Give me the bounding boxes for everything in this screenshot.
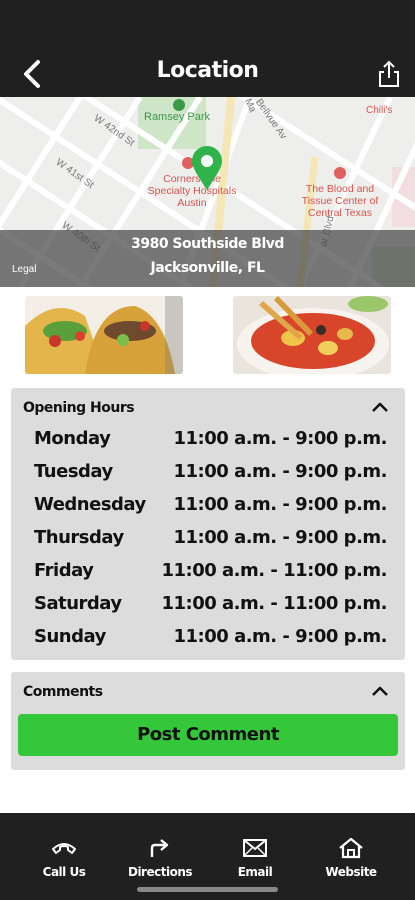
- day-label: Monday: [34, 428, 111, 449]
- time-label: 11:00 a.m. - 9:00 p.m.: [173, 626, 388, 647]
- tab-directions[interactable]: Directions: [115, 837, 205, 879]
- hours-row: Friday 11:00 a.m. - 11:00 p.m.: [34, 560, 387, 584]
- page-title: Location: [156, 58, 259, 83]
- soup-photo[interactable]: [233, 296, 391, 374]
- location-map[interactable]: W 42nd St W 41st St W 40th St Bellvue Av…: [0, 97, 415, 287]
- envelope-icon: [243, 839, 267, 857]
- tab-email[interactable]: Email: [210, 837, 300, 879]
- tab-label: Email: [237, 865, 273, 879]
- opening-hours-card: Opening Hours Monday 11:00 a.m. - 9:00 p…: [11, 388, 405, 660]
- hours-row: Tuesday 11:00 a.m. - 9:00 p.m.: [34, 461, 387, 485]
- poi-label: The Blood and Tissue Center of Central T…: [301, 183, 379, 219]
- time-label: 11:00 a.m. - 11:00 p.m.: [161, 593, 387, 614]
- poi-label: Chili's: [366, 105, 393, 116]
- time-label: 11:00 a.m. - 9:00 p.m.: [173, 461, 388, 482]
- day-label: Friday: [34, 560, 94, 581]
- time-label: 11:00 a.m. - 11:00 p.m.: [161, 560, 387, 581]
- opening-hours-title: Opening Hours: [23, 400, 135, 416]
- hours-row: Sunday 11:00 a.m. - 9:00 p.m.: [34, 626, 387, 650]
- day-label: Sunday: [34, 626, 106, 647]
- home-indicator[interactable]: [137, 887, 278, 892]
- hours-row: Wednesday 11:00 a.m. - 9:00 p.m.: [34, 494, 387, 518]
- map-pin-icon[interactable]: [190, 145, 224, 191]
- home-icon: [339, 837, 363, 859]
- poi-label: Ramsey Park: [144, 111, 211, 123]
- phone-icon: [52, 843, 76, 854]
- hours-row: Monday 11:00 a.m. - 9:00 p.m.: [34, 428, 387, 452]
- tab-label: Website: [325, 865, 377, 879]
- address-city: Jacksonville, FL: [150, 260, 265, 276]
- hours-row: Saturday 11:00 a.m. - 11:00 p.m.: [34, 593, 387, 617]
- comments-title: Comments: [23, 684, 103, 700]
- chevron-up-icon[interactable]: [371, 685, 389, 697]
- time-label: 11:00 a.m. - 9:00 p.m.: [173, 494, 388, 515]
- hours-row: Thursday 11:00 a.m. - 9:00 p.m.: [34, 527, 387, 551]
- top-bar: Location: [0, 0, 415, 97]
- directions-arrow-icon: [150, 839, 169, 857]
- tab-label: Directions: [127, 865, 193, 879]
- day-label: Wednesday: [34, 494, 146, 515]
- tacos-photo[interactable]: [25, 296, 183, 374]
- post-comment-button[interactable]: Post Comment: [18, 714, 398, 756]
- map-legal-link[interactable]: Legal: [12, 264, 36, 275]
- tab-label: Call Us: [42, 865, 86, 879]
- day-label: Thursday: [34, 527, 124, 548]
- time-label: 11:00 a.m. - 9:00 p.m.: [173, 527, 388, 548]
- share-icon[interactable]: [377, 60, 401, 88]
- address-line: 3980 Southside Blvd: [131, 236, 284, 252]
- comments-card: Comments Post Comment: [11, 672, 405, 770]
- tab-call-us[interactable]: Call Us: [19, 837, 109, 879]
- chevron-up-icon[interactable]: [371, 401, 389, 413]
- time-label: 11:00 a.m. - 9:00 p.m.: [173, 428, 388, 449]
- tab-website[interactable]: Website: [306, 837, 396, 879]
- day-label: Tuesday: [34, 461, 113, 482]
- day-label: Saturday: [34, 593, 122, 614]
